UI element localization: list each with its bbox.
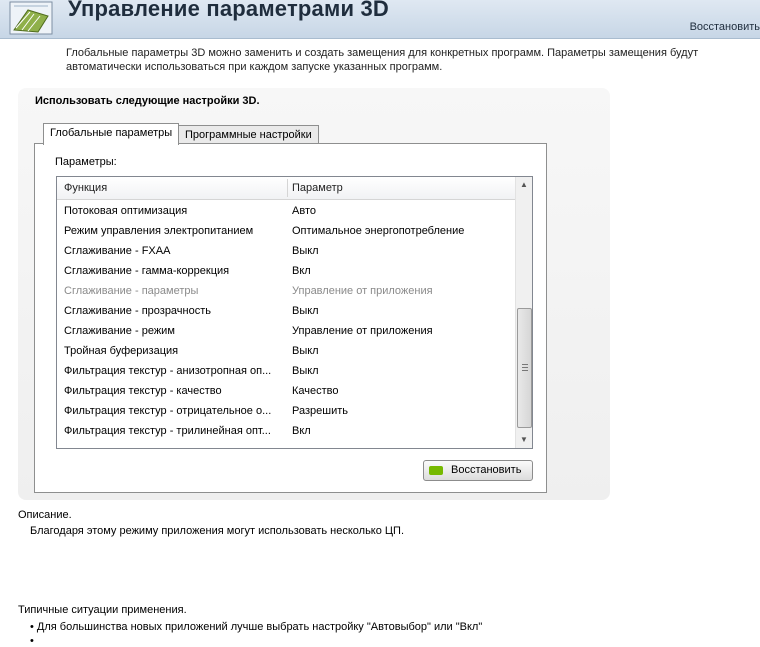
usage-list-item: •: [30, 635, 34, 647]
page-title: Управление параметрами 3D: [68, 0, 390, 21]
section-title: Использовать следующие настройки 3D.: [35, 95, 260, 107]
function-cell: Потоковая оптимизация: [64, 205, 188, 217]
description-text: Благодаря этому режиму приложения могут …: [30, 525, 405, 537]
value-cell[interactable]: Оптимальное энергопотребление: [292, 221, 464, 241]
table-row[interactable]: Потоковая оптимизация Авто: [57, 201, 516, 221]
usage-title: Типичные ситуации применения.: [18, 604, 187, 616]
table-row[interactable]: Режим управления электропитанием Оптималь…: [57, 221, 516, 241]
nvidia-eye-icon: [429, 466, 443, 475]
nvidia-3d-logo-icon: [8, 0, 54, 36]
value-cell: Управление от приложения: [292, 285, 433, 297]
table-row[interactable]: Сглаживание - прозрачность Выкл: [57, 301, 516, 321]
scroll-grip-icon: [522, 364, 528, 371]
table-row[interactable]: Тройная буферизация Выкл: [57, 341, 516, 361]
function-cell: Сглаживание - гамма-коррекция: [64, 265, 230, 277]
function-cell: Тройная буферизация: [64, 345, 179, 357]
vertical-scrollbar[interactable]: ▲ ▼: [515, 177, 532, 448]
table-row[interactable]: Фильтрация текстур - качество Качество: [57, 381, 516, 401]
function-cell: Сглаживание - режим: [64, 325, 175, 337]
value-cell[interactable]: Вкл: [292, 261, 311, 281]
tab-global-settings[interactable]: Глобальные параметры: [43, 123, 180, 145]
value-cell[interactable]: Выкл: [292, 361, 319, 381]
tab-panel: Параметры: Функция Параметр Потоковая оп…: [34, 143, 547, 493]
table-row[interactable]: Фильтрация текстур - трилинейная опт... В…: [57, 421, 516, 441]
tab-program-settings[interactable]: Программные настройки: [178, 125, 319, 145]
value-cell[interactable]: Выкл: [292, 301, 319, 321]
params-label: Параметры:: [55, 156, 117, 168]
tab-label: Программные настройки: [185, 129, 312, 141]
usage-list-item: • Для большинства новых приложений лучше…: [30, 621, 483, 633]
function-cell: Фильтрация текстур - анизотропная оп...: [64, 365, 272, 377]
list-header: Функция Параметр: [57, 177, 516, 200]
list-rows: Потоковая оптимизация Авто Режим управлен…: [57, 201, 516, 441]
settings-list[interactable]: Функция Параметр Потоковая оптимизация Ав…: [56, 176, 533, 449]
value-cell[interactable]: Управление от приложения: [292, 321, 433, 341]
value-cell[interactable]: Выкл: [292, 341, 319, 361]
table-row-disabled: Сглаживание - параметры Управление от при…: [57, 281, 516, 301]
value-cell[interactable]: Качество: [292, 381, 339, 401]
description-title: Описание.: [18, 509, 72, 521]
table-row[interactable]: Сглаживание - FXAA Выкл: [57, 241, 516, 261]
intro-text: Глобальные параметры 3D можно заменить и…: [66, 47, 699, 73]
restore-button-label: Восстановить: [451, 464, 522, 476]
function-cell: Фильтрация текстур - трилинейная опт...: [64, 425, 271, 437]
scroll-down-icon[interactable]: ▼: [516, 432, 532, 448]
value-cell[interactable]: Разрешить: [292, 401, 348, 421]
table-row[interactable]: Фильтрация текстур - анизотропная оп... В…: [57, 361, 516, 381]
tab-label: Глобальные параметры: [50, 127, 173, 139]
column-function[interactable]: Функция: [64, 182, 107, 194]
page-header: Управление параметрами 3D Восстановить: [0, 0, 760, 39]
scroll-up-icon[interactable]: ▲: [516, 177, 532, 193]
function-cell: Фильтрация текстур - отрицательное о...: [64, 405, 272, 417]
restore-button[interactable]: Восстановить: [423, 460, 533, 481]
function-cell: Сглаживание - прозрачность: [64, 305, 212, 317]
function-cell: Сглаживание - FXAA: [64, 245, 171, 257]
scroll-thumb[interactable]: [517, 308, 532, 428]
restore-defaults-link[interactable]: Восстановить: [690, 21, 760, 33]
function-cell: Фильтрация текстур - качество: [64, 385, 222, 397]
function-cell: Режим управления электропитанием: [64, 225, 254, 237]
table-row[interactable]: Фильтрация текстур - отрицательное о... Р…: [57, 401, 516, 421]
value-cell[interactable]: Вкл: [292, 421, 311, 441]
table-row[interactable]: Сглаживание - гамма-коррекция Вкл: [57, 261, 516, 281]
column-divider[interactable]: [287, 179, 288, 197]
table-row[interactable]: Сглаживание - режим Управление от приложе…: [57, 321, 516, 341]
value-cell[interactable]: Авто: [292, 201, 316, 221]
function-cell: Сглаживание - параметры: [64, 285, 199, 297]
column-value[interactable]: Параметр: [292, 182, 343, 194]
value-cell[interactable]: Выкл: [292, 241, 319, 261]
